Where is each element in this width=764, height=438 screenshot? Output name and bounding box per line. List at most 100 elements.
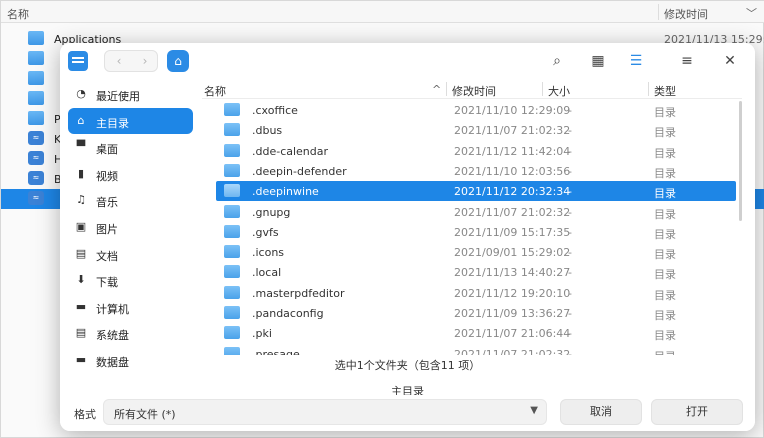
breadcrumb-home-button[interactable]: ⌂ (167, 50, 189, 72)
file-modified: 2021/11/07 21:06:44 (454, 327, 571, 341)
file-row[interactable]: .local 2021/11/13 14:40:27- 目录 (216, 262, 736, 282)
dialog-titlebar: ‹ › ⌂ ⌕ ▦ ☰ ≡ ✕ (60, 43, 755, 79)
music-icon: ♫ (76, 193, 86, 207)
file-row[interactable]: .dde-calendar 2021/11/12 11:42:04- 目录 (216, 141, 736, 161)
clock-icon: ◔ (76, 87, 86, 100)
folder-icon (28, 111, 44, 125)
menu-icon[interactable]: ≡ (677, 51, 697, 71)
file-type: 目录 (654, 227, 676, 241)
sidebar-item-disk[interactable]: ▤ 系统盘 (68, 320, 193, 346)
file-modified: 2021/11/07 21:02:32 (454, 124, 571, 138)
folder-icon (28, 31, 44, 45)
sidebar-item-label: 计算机 (96, 302, 129, 316)
file-size: - (568, 246, 572, 260)
file-size: - (568, 124, 572, 138)
file-size: - (568, 327, 572, 341)
file-modified: 2021/11/10 12:03:56 (454, 164, 571, 178)
file-size: - (568, 164, 572, 178)
document-icon: ▤ (75, 246, 87, 260)
back-button[interactable]: ‹ (107, 53, 131, 69)
file-type: 目录 (654, 288, 676, 302)
sidebar-item-music[interactable]: ♫ 音乐 (68, 187, 193, 213)
sidebar-item-home[interactable]: ⌂ 主目录 (68, 107, 193, 134)
file-row[interactable]: .gvfs 2021/11/09 15:17:35- 目录 (216, 222, 736, 242)
file-row[interactable]: .gnupg 2021/11/07 21:02:32- 目录 (216, 202, 736, 222)
sidebar-item-document[interactable]: ▤ 文档 (68, 241, 193, 267)
size-column-header[interactable]: 大小 (548, 83, 570, 99)
file-size: - (568, 286, 572, 300)
file-name: .deepinwine (252, 185, 319, 199)
file-type: 目录 (654, 348, 676, 355)
video-icon: ▮ (77, 166, 85, 180)
file-row[interactable]: .dbus 2021/11/07 21:02:32- 目录 (216, 120, 736, 140)
sort-ascending-icon[interactable]: ^ (432, 83, 441, 96)
close-icon[interactable]: ✕ (720, 51, 740, 71)
file-type: 目录 (654, 329, 676, 343)
sidebar-item-video[interactable]: ▮ 视频 (68, 161, 193, 187)
sidebar-item-clock[interactable]: ◔ 最近使用 (68, 81, 193, 107)
icon-view-icon[interactable]: ▦ (588, 51, 608, 71)
forward-button[interactable]: › (133, 53, 157, 69)
file-type: 目录 (654, 166, 676, 180)
list-view-icon[interactable]: ☰ (626, 51, 646, 71)
file-name: .pandaconfig (252, 307, 324, 320)
file-row[interactable]: .presage 2021/11/07 21:02:32- 目录 (216, 344, 736, 355)
file-type: 目录 (654, 106, 676, 119)
file-name: .dbus (252, 124, 283, 138)
file-type: 目录 (654, 207, 676, 221)
search-icon[interactable]: ⌕ (547, 51, 567, 71)
file-name: .icons (252, 246, 285, 260)
file-row[interactable]: .deepinwine 2021/11/12 20:32:34- 目录 (216, 181, 736, 202)
computer-icon: ▬ (75, 299, 87, 313)
file-size: - (568, 104, 572, 117)
open-button[interactable]: 打开 (651, 399, 743, 425)
file-name: .gnupg (252, 205, 291, 219)
file-name: .dde-calendar (252, 144, 329, 158)
file-row[interactable]: .pandaconfig 2021/11/09 13:36:27- 目录 (216, 303, 736, 323)
navigation-buttons: ‹ › (104, 50, 158, 72)
cancel-button[interactable]: 取消 (560, 399, 642, 425)
file-type: 目录 (654, 126, 676, 140)
sidebar-item-computer[interactable]: ▬ 计算机 (68, 294, 193, 320)
bg-modified-column[interactable]: 修改时间 (664, 6, 708, 22)
file-modified: 2021/11/12 11:42:04 (454, 144, 571, 158)
file-size: - (568, 307, 572, 320)
sidebar-item-label: 主目录 (96, 116, 129, 130)
selection-status: 选中1个文件夹（包含11 项） (334, 359, 481, 372)
bg-name-column[interactable]: 名称 (7, 6, 29, 22)
dialog-footer: 格式 所有文件 (*) ▼ 取消 打开 (60, 395, 755, 431)
file-size: - (568, 347, 572, 355)
file-list-header: 名称 ^ 修改时间 大小 类型 (202, 79, 742, 99)
file-format-select[interactable]: 所有文件 (*) ▼ (103, 399, 547, 425)
file-row[interactable]: .cxoffice 2021/11/10 12:29:09- 目录 (216, 100, 736, 120)
name-column-header[interactable]: 名称 (204, 83, 226, 99)
sidebar-item-picture[interactable]: ▣ 图片 (68, 214, 193, 240)
scrollbar[interactable] (739, 101, 742, 221)
chevron-down-icon: ▼ (530, 405, 538, 416)
file-row[interactable]: .icons 2021/09/01 15:29:02- 目录 (216, 242, 736, 262)
folder-icon (224, 265, 240, 279)
file-row[interactable]: .deepin-defender 2021/11/10 12:03:56- 目录 (216, 161, 736, 181)
disk-icon: ▤ (75, 326, 87, 340)
sidebar-item-label: 桌面 (96, 143, 118, 157)
sidebar-item-download[interactable]: ⬇ 下载 (68, 267, 193, 293)
sidebar-item-desktop[interactable]: ▀ 桌面 (68, 134, 193, 160)
folder-icon (28, 51, 44, 65)
background-column-header: 名称 修改时间 ﹀ (1, 1, 764, 23)
folder-icon (224, 143, 240, 157)
sidebar-item-label: 文档 (96, 249, 118, 263)
home-icon: ⌂ (77, 113, 85, 127)
picture-icon: ▣ (75, 220, 87, 233)
sidebar-item-label: 下载 (96, 276, 118, 290)
file-row[interactable]: .masterpdfeditor 2021/11/12 19:20:10- 目录 (216, 283, 736, 303)
modified-column-header[interactable]: 修改时间 (452, 83, 496, 99)
type-column-header[interactable]: 类型 (654, 83, 676, 99)
file-row[interactable]: .pki 2021/11/07 21:06:44- 目录 (216, 323, 736, 343)
file-modified: 2021/11/07 21:02:32 (454, 205, 571, 219)
file-format-value: 所有文件 (*) (114, 408, 176, 421)
column-divider (446, 82, 447, 96)
file-modified: 2021/11/09 15:17:35 (454, 225, 571, 239)
folder-icon (28, 71, 44, 85)
application-icon: ≈ (28, 191, 44, 205)
chevron-down-icon[interactable]: ﹀ (746, 5, 757, 21)
